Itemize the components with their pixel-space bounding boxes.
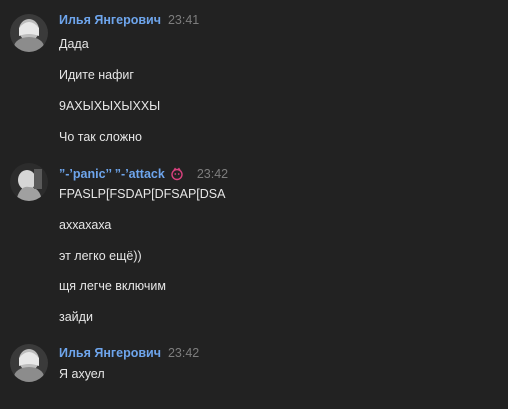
avatar[interactable]: [10, 163, 48, 201]
author-name[interactable]: Илья Янгерович: [59, 13, 161, 27]
pink-status-icon: [170, 167, 184, 181]
message-text: 9АХЫХЫХЫХХЫ: [59, 99, 161, 113]
message-text: щя легче включим: [59, 279, 167, 293]
message-text: Дада: [59, 37, 89, 51]
timestamp: 23:42: [196, 167, 229, 181]
message-text: FPASLP[FSDAP[DFSAP[DSA: [59, 187, 226, 201]
message-text: зайди: [59, 310, 93, 324]
avatar[interactable]: [10, 344, 48, 382]
author-name[interactable]: ”-’panic’’ ”-’attack: [59, 167, 165, 181]
message-text: Я ахуел: [59, 367, 105, 381]
avatar[interactable]: [10, 14, 48, 52]
message-text: Идите нафиг: [59, 68, 134, 82]
message-text: Чо так сложно: [59, 130, 142, 144]
chat-log: Илья Янгерович 23:41 Дада Идите нафиг 9А…: [0, 0, 508, 409]
author-name[interactable]: Илья Янгерович: [59, 346, 161, 360]
timestamp: 23:41: [167, 13, 200, 27]
message-text: аххахаха: [59, 218, 112, 232]
message-text: эт легко ещё)): [59, 249, 142, 263]
timestamp: 23:42: [167, 346, 200, 360]
